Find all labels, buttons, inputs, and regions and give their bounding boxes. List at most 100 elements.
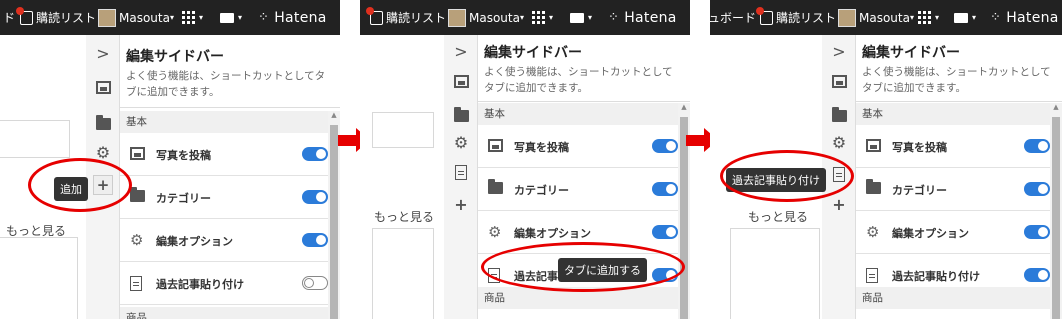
image-icon[interactable]: [86, 79, 120, 98]
photo-toggle[interactable]: [652, 139, 678, 153]
sidebar-item-label: 過去記事貼り付け: [156, 278, 244, 291]
dashboard-link[interactable]: ュボード: [710, 0, 756, 35]
gear-icon[interactable]: ⚙: [444, 133, 478, 152]
sidebar-item-photo[interactable]: 写真を投稿: [120, 133, 340, 176]
sidebar-item-label: 編集オプション: [892, 227, 969, 240]
notifications-menu[interactable]: ▾: [220, 0, 242, 35]
sidebar-item-photo[interactable]: 写真を投稿: [478, 125, 690, 168]
scroll-thumb[interactable]: [330, 125, 338, 319]
plus-icon[interactable]: +: [822, 195, 856, 214]
reading-list-icon: [756, 6, 773, 25]
document-icon: [866, 268, 878, 286]
sidebar-item-label: 編集オプション: [514, 227, 591, 240]
chevron-right-icon[interactable]: >: [822, 42, 856, 61]
avatar: [448, 8, 466, 27]
user-menu[interactable]: Masouta ▾: [98, 0, 174, 35]
edit-options-toggle[interactable]: [652, 225, 678, 239]
user-menu[interactable]: Masouta ▾: [838, 0, 914, 35]
reading-list-link[interactable]: 購読リスト: [366, 0, 446, 35]
sidebar-item-label: カテゴリー: [892, 184, 947, 197]
global-header: 購読リスト Masouta ▾ ▾ ▾ ⁘ Hatena: [360, 0, 690, 35]
sidebar-tab-strip: > ⚙ +: [444, 35, 478, 319]
more-link[interactable]: もっと見る: [748, 208, 808, 225]
sidebar-item-photo[interactable]: 写真を投稿: [856, 125, 1062, 168]
folder-icon: [488, 179, 503, 197]
edit-options-toggle[interactable]: [1024, 225, 1050, 239]
section-basic: 基本: [478, 103, 690, 125]
dashboard-label: ド: [3, 11, 16, 25]
apps-menu[interactable]: ▾: [532, 0, 553, 35]
past-article-toggle[interactable]: [1024, 268, 1050, 282]
sidebar-item-edit-options[interactable]: ⚙ 編集オプション: [120, 219, 340, 262]
brand-name: Hatena: [1006, 9, 1059, 26]
gear-icon[interactable]: ⚙: [822, 133, 856, 152]
folder-icon[interactable]: [444, 107, 478, 126]
sidebar-item-edit-options[interactable]: ⚙ 編集オプション: [856, 211, 1062, 254]
folder-icon: [130, 187, 145, 205]
chevron-down-icon: ▾: [935, 13, 940, 22]
document-icon[interactable]: [444, 165, 478, 184]
editor-area[interactable]: [730, 228, 820, 319]
sidebar-title: 編集サイドバー: [126, 49, 224, 65]
photo-toggle[interactable]: [1024, 139, 1050, 153]
chat-icon: [220, 12, 234, 23]
scroll-up-icon: ▲: [331, 111, 337, 119]
category-toggle[interactable]: [652, 182, 678, 196]
chevron-down-icon: ▾: [238, 13, 243, 22]
editor-field[interactable]: [0, 120, 70, 158]
sidebar-item-past-article[interactable]: 過去記事貼り付け: [120, 262, 340, 305]
editor-area[interactable]: [0, 237, 78, 319]
image-icon: [866, 139, 881, 155]
step-3-panel: ュボード 購読リスト Masouta ▾ ▾ ▾ ⁘ Hatena もっと見る > …: [710, 0, 1062, 319]
reading-list-label: 購読リスト: [36, 11, 97, 25]
apps-menu[interactable]: ▾: [918, 0, 939, 35]
editor-area[interactable]: [372, 228, 434, 319]
avatar: [98, 8, 116, 27]
folder-icon[interactable]: [86, 115, 120, 134]
chevron-down-icon: ▾: [549, 13, 554, 22]
sidebar-item-category[interactable]: カテゴリー: [478, 168, 690, 211]
notifications-menu[interactable]: ▾: [570, 0, 592, 35]
edit-sidebar: 編集サイドバー よく使う機能は、ショートカットとしてタブに追加できます。 基本 …: [120, 35, 340, 319]
sidebar-item-category[interactable]: カテゴリー: [120, 176, 340, 219]
dashboard-link[interactable]: ド: [3, 0, 15, 35]
sidebar-scrollbar[interactable]: ▲: [1050, 103, 1062, 319]
more-link[interactable]: もっと見る: [6, 222, 66, 239]
image-icon[interactable]: [444, 73, 478, 92]
editor-field[interactable]: [372, 112, 434, 148]
category-toggle[interactable]: [302, 190, 328, 204]
highlight-circle: [28, 158, 132, 212]
notifications-menu[interactable]: ▾: [954, 0, 976, 35]
apps-menu[interactable]: ▾: [182, 0, 203, 35]
chevron-right-icon[interactable]: >: [86, 44, 120, 63]
sidebar-item-category[interactable]: カテゴリー: [856, 168, 1062, 211]
past-article-toggle[interactable]: [302, 276, 328, 290]
user-menu[interactable]: Masouta ▾: [448, 0, 524, 35]
section-products: 商品: [856, 287, 1062, 309]
chevron-down-icon: ▾: [169, 13, 174, 22]
sparkle-icon: ⁘: [990, 10, 1002, 25]
hatena-logo[interactable]: ⁘ Hatena: [258, 0, 327, 35]
step-2-panel: 購読リスト Masouta ▾ ▾ ▾ ⁘ Hatena もっと見る > ⚙ + 編…: [360, 0, 690, 319]
gear-icon: ⚙: [866, 223, 880, 241]
hatena-logo[interactable]: ⁘ Hatena: [990, 0, 1059, 35]
global-header: ュボード 購読リスト Masouta ▾ ▾ ▾ ⁘ Hatena: [710, 0, 1062, 35]
sidebar-description: よく使う機能は、ショートカットとしてタブに追加できます。: [126, 70, 326, 98]
chat-icon: [570, 12, 584, 23]
more-link[interactable]: もっと見る: [374, 208, 434, 225]
sparkle-icon: ⁘: [258, 10, 270, 25]
chevron-down-icon: ▾: [519, 13, 524, 22]
image-icon[interactable]: [822, 73, 856, 92]
folder-icon[interactable]: [822, 107, 856, 126]
chevron-down-icon: ▾: [909, 13, 914, 22]
edit-options-toggle[interactable]: [302, 233, 328, 247]
photo-toggle[interactable]: [302, 147, 328, 161]
reading-list-link[interactable]: 購読リスト: [756, 0, 836, 35]
reading-list-link[interactable]: 購読リスト: [16, 0, 97, 35]
category-toggle[interactable]: [1024, 182, 1050, 196]
chevron-right-icon[interactable]: >: [444, 42, 478, 61]
scroll-thumb[interactable]: [1052, 117, 1060, 319]
chevron-down-icon: ▾: [199, 13, 204, 22]
hatena-logo[interactable]: ⁘ Hatena: [608, 0, 677, 35]
plus-icon[interactable]: +: [444, 195, 478, 214]
